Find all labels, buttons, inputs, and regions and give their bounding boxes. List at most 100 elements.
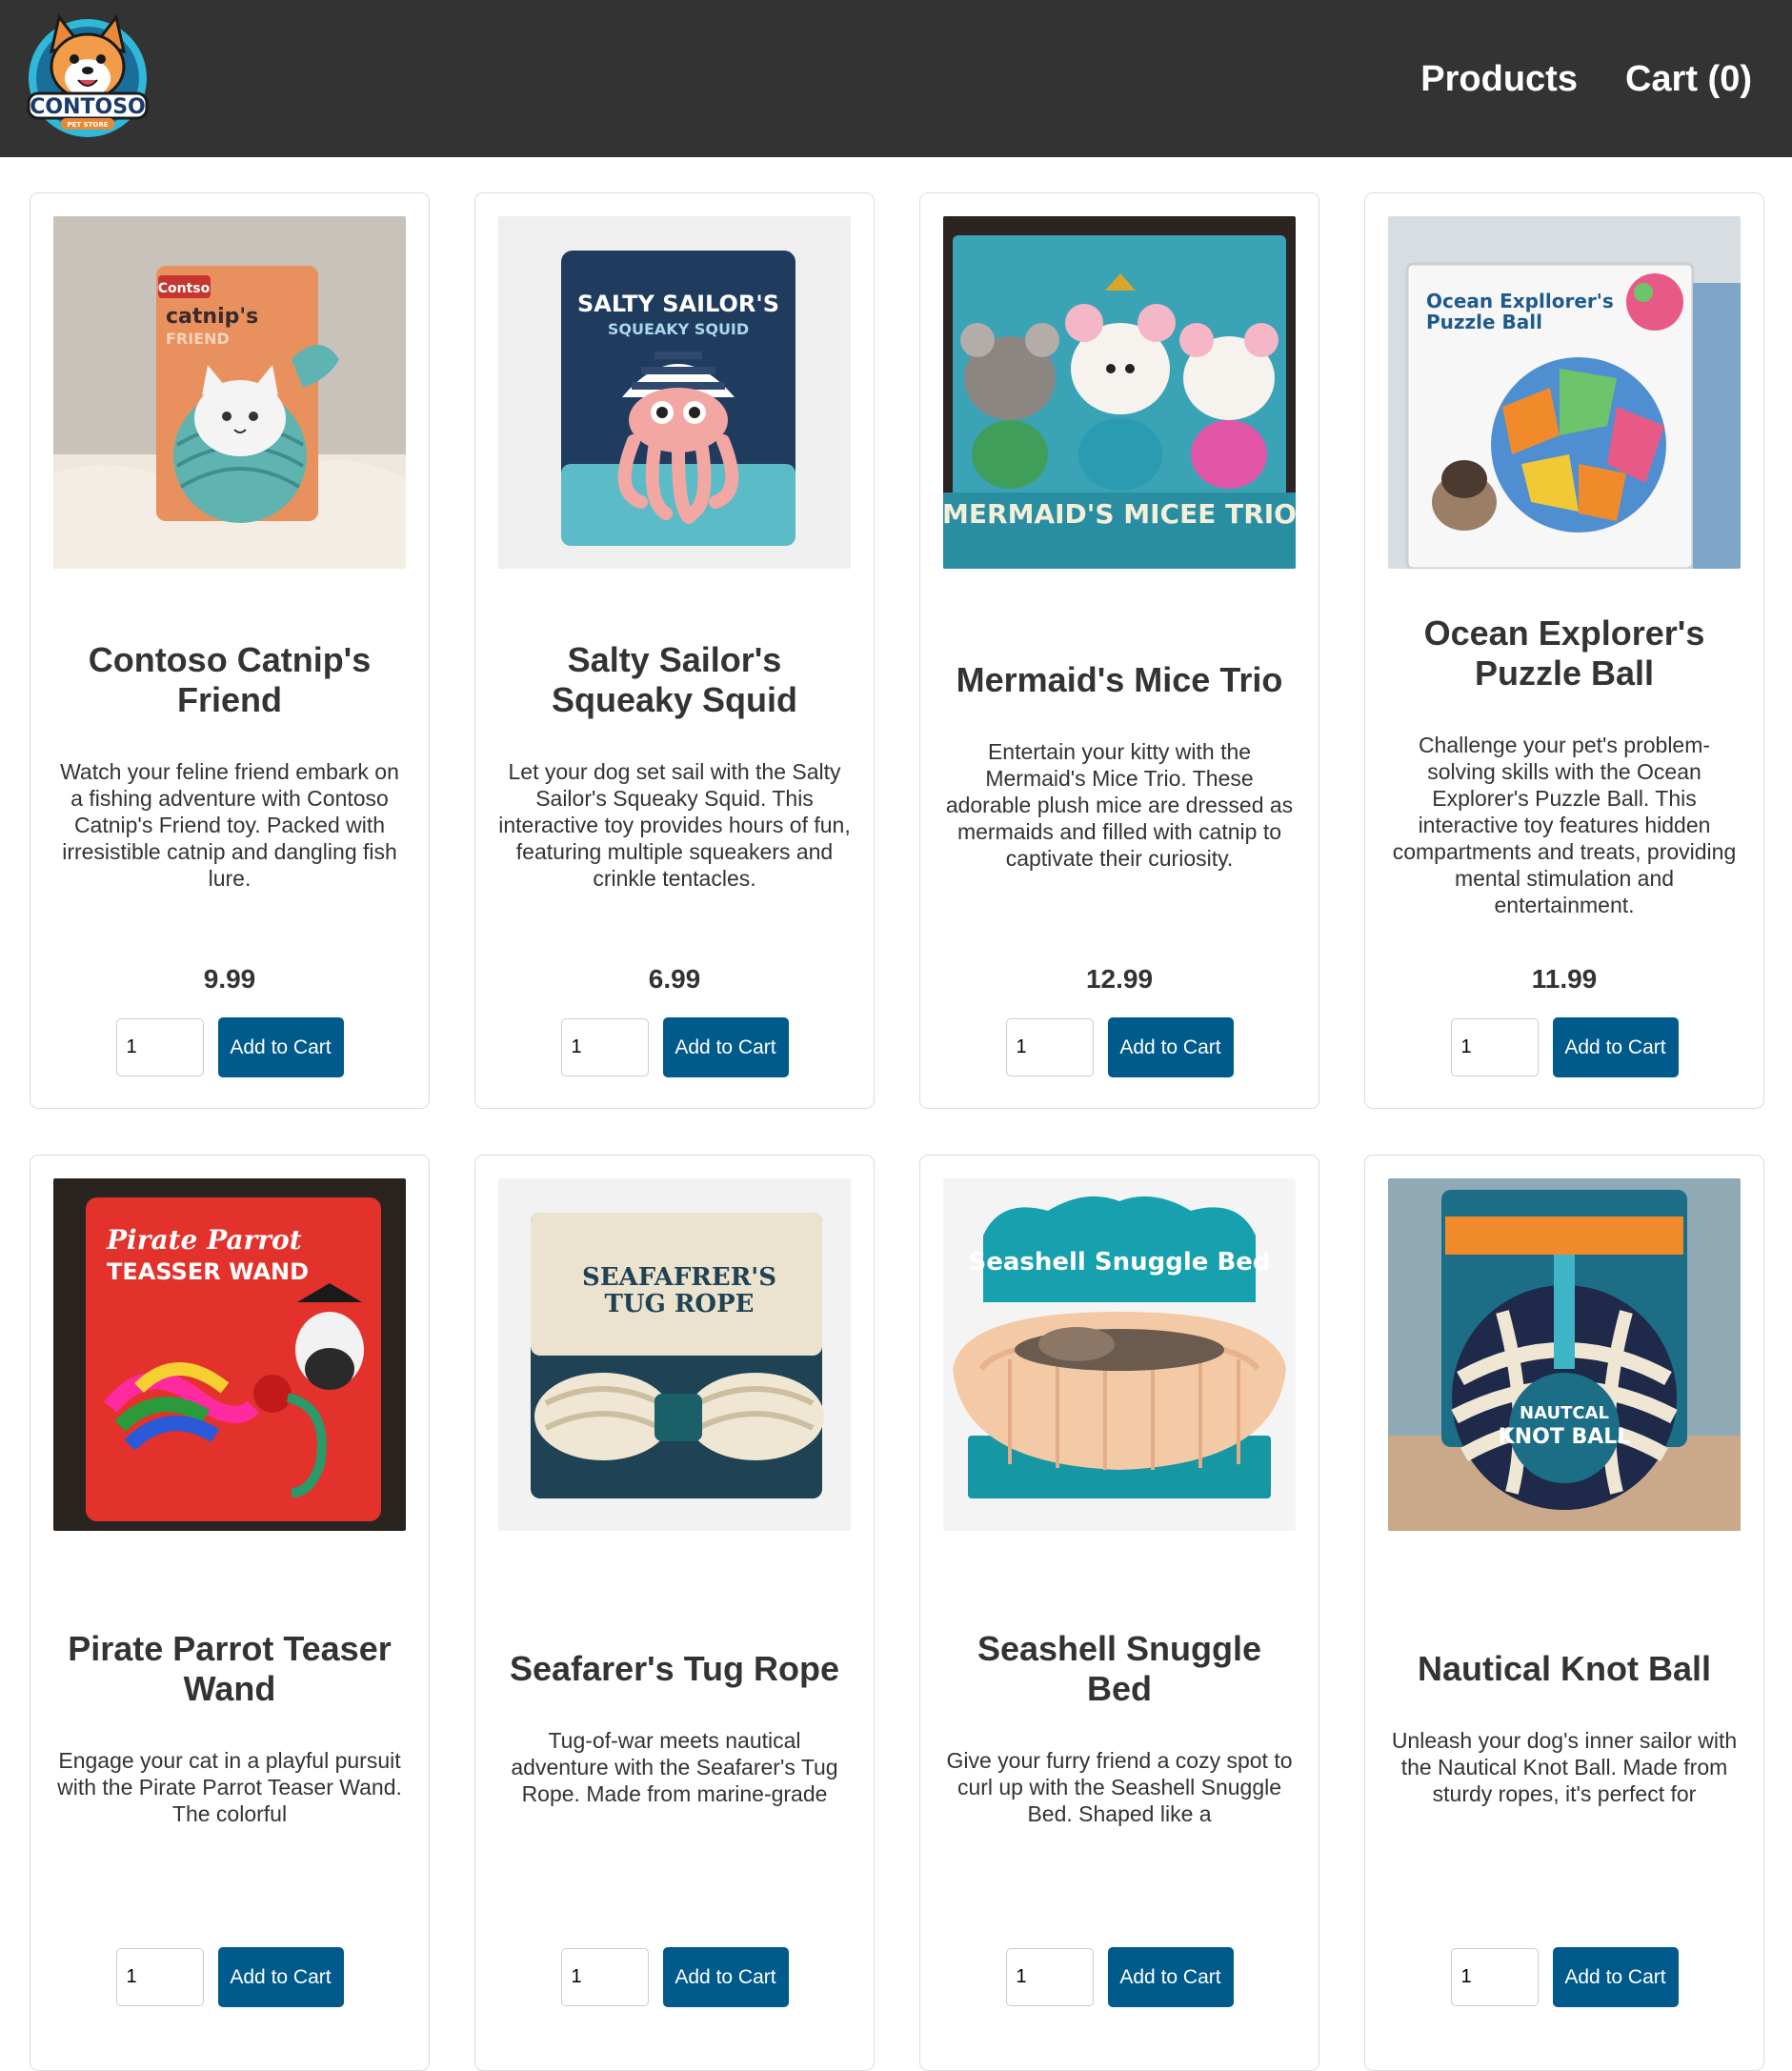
mermaid-mice-image: MERMAID'S MICEE TRIO xyxy=(943,216,1296,569)
product-title[interactable]: Seashell Snuggle Bed xyxy=(943,1629,1296,1709)
svg-text:KNOT BALL: KNOT BALL xyxy=(1499,1425,1631,1449)
tug-rope-image: SEAFAFRER'S TUG ROPE xyxy=(498,1178,851,1531)
quantity-input[interactable] xyxy=(115,1018,204,1076)
quantity-input[interactable] xyxy=(1450,1018,1539,1076)
product-price: 11.99 xyxy=(1531,964,1598,994)
svg-text:FRIEND: FRIEND xyxy=(166,330,230,348)
product-title[interactable]: Salty Sailor's Squeaky Squid xyxy=(498,640,851,720)
product-description: Challenge your pet's problem-solving ski… xyxy=(1392,733,1737,917)
svg-text:SALTY SAILOR'S: SALTY SAILOR'S xyxy=(577,291,779,317)
add-to-cart-button[interactable]: Add to Cart xyxy=(662,1017,789,1077)
product-image[interactable]: SALTY SAILOR'S SQUEAKY SQUID xyxy=(498,216,851,569)
seashell-bed-image: Seashell Snuggle Bed xyxy=(943,1178,1296,1531)
cart-actions: Add to Cart xyxy=(560,1017,789,1077)
add-to-cart-button[interactable]: Add to Cart xyxy=(1107,1947,1234,2007)
quantity-input[interactable] xyxy=(560,1018,649,1076)
svg-text:catnip's: catnip's xyxy=(166,305,258,329)
add-to-cart-button[interactable]: Add to Cart xyxy=(217,1947,344,2007)
product-info: Contoso Catnip's Friend Watch your felin… xyxy=(53,569,406,963)
product-title[interactable]: Pirate Parrot Teaser Wand xyxy=(53,1629,406,1709)
svg-text:SQUEAKY SQUID: SQUEAKY SQUID xyxy=(608,320,749,338)
product-title[interactable]: Mermaid's Mice Trio xyxy=(956,660,1283,700)
product-card: Pirate Parrot TEASSER WAND Pirate Parrot… xyxy=(30,1155,430,2071)
cart-actions: Add to Cart xyxy=(1450,1947,1679,2007)
cart-actions: Add to Cart xyxy=(1005,1947,1234,2007)
product-title[interactable]: Ocean Explorer's Puzzle Ball xyxy=(1388,613,1741,694)
catnip-toy-image: Contso catnip's FRIEND xyxy=(53,216,406,569)
product-price: 9.99 xyxy=(203,964,256,994)
cart-actions: Add to Cart xyxy=(115,1017,344,1077)
add-to-cart-button[interactable]: Add to Cart xyxy=(662,1947,789,2007)
product-title[interactable]: Contoso Catnip's Friend xyxy=(53,640,406,720)
product-info: Seafarer's Tug Rope Tug-of-war meets nau… xyxy=(498,1531,851,1925)
product-image[interactable]: MERMAID'S MICEE TRIO xyxy=(943,216,1296,569)
svg-text:Puzzle Ball: Puzzle Ball xyxy=(1426,311,1542,333)
product-grid: Contso catnip's FRIEND Contoso Catnip's … xyxy=(30,192,1764,2071)
svg-text:Seashell Snuggle Bed: Seashell Snuggle Bed xyxy=(968,1248,1270,1277)
product-title[interactable]: Nautical Knot Ball xyxy=(1418,1649,1711,1689)
product-info: Nautical Knot Ball Unleash your dog's in… xyxy=(1388,1531,1741,1925)
nav-products-link[interactable]: Products xyxy=(1420,55,1578,103)
product-description: Watch your feline friend embark on a fis… xyxy=(60,759,399,891)
product-description: Unleash your dog's inner sailor with the… xyxy=(1391,1728,1738,1806)
product-info: Mermaid's Mice Trio Entertain your kitty… xyxy=(943,569,1296,963)
cart-actions: Add to Cart xyxy=(115,1947,344,2007)
product-price: 6.99 xyxy=(648,964,701,994)
svg-text:NAUTCAL: NAUTCAL xyxy=(1520,1403,1609,1423)
add-to-cart-button[interactable]: Add to Cart xyxy=(217,1017,344,1077)
product-card: MERMAID'S MICEE TRIO Mermaid's Mice Trio… xyxy=(919,192,1319,1109)
product-card: Seashell Snuggle Bed Seashell Snuggle Be… xyxy=(919,1155,1319,2071)
product-description: Let your dog set sail with the Salty Sai… xyxy=(498,759,851,891)
product-info: Seashell Snuggle Bed Give your furry fri… xyxy=(943,1531,1296,1925)
cart-actions: Add to Cart xyxy=(1450,1017,1679,1077)
add-to-cart-button[interactable]: Add to Cart xyxy=(1552,1947,1679,2007)
product-card: SALTY SAILOR'S SQUEAKY SQUID Salty Sailo… xyxy=(474,192,875,1109)
svg-text:Ocean Expllorer's: Ocean Expllorer's xyxy=(1426,290,1614,312)
squid-toy-image: SALTY SAILOR'S SQUEAKY SQUID xyxy=(498,216,851,569)
svg-text:Contso: Contso xyxy=(158,281,211,296)
product-image[interactable]: Pirate Parrot TEASSER WAND xyxy=(53,1178,406,1531)
product-card: NAUTCAL KNOT BALL Nautical Knot Ball Unl… xyxy=(1364,1155,1764,2071)
product-price: 12.99 xyxy=(1085,964,1154,994)
quantity-input[interactable] xyxy=(115,1948,204,2006)
product-description: Entertain your kitty with the Mermaid's … xyxy=(945,739,1294,871)
svg-text:Pirate Parrot: Pirate Parrot xyxy=(106,1224,302,1256)
product-info: Pirate Parrot Teaser Wand Engage your ca… xyxy=(53,1531,406,1925)
product-info: Salty Sailor's Squeaky Squid Let your do… xyxy=(498,569,851,963)
svg-text:TEASSER WAND: TEASSER WAND xyxy=(107,1258,309,1285)
knot-ball-image: NAUTCAL KNOT BALL xyxy=(1388,1178,1741,1531)
quantity-input[interactable] xyxy=(1450,1948,1539,2006)
product-image[interactable]: Ocean Expllorer's Puzzle Ball xyxy=(1388,216,1741,569)
product-card: Contso catnip's FRIEND Contoso Catnip's … xyxy=(30,192,430,1109)
svg-text:MERMAID'S MICEE TRIO: MERMAID'S MICEE TRIO xyxy=(943,498,1296,530)
parrot-wand-image: Pirate Parrot TEASSER WAND xyxy=(53,1178,406,1531)
contoso-logo[interactable]: CONTOSO PET STORE xyxy=(15,10,160,149)
svg-text:PET STORE: PET STORE xyxy=(67,121,108,129)
puzzle-ball-image: Ocean Expllorer's Puzzle Ball xyxy=(1388,216,1741,569)
product-image[interactable]: SEAFAFRER'S TUG ROPE xyxy=(498,1178,851,1531)
product-card: SEAFAFRER'S TUG ROPE Seafarer's Tug Rope… xyxy=(474,1155,875,2071)
main-nav: Products Cart (0) xyxy=(1420,55,1752,103)
site-header: CONTOSO PET STORE Products Cart (0) xyxy=(0,0,1792,157)
product-description: Tug-of-war meets nautical adventure with… xyxy=(511,1728,838,1806)
cart-actions: Add to Cart xyxy=(1005,1017,1234,1077)
product-info: Ocean Explorer's Puzzle Ball Challenge y… xyxy=(1388,569,1741,963)
product-image[interactable]: Seashell Snuggle Bed xyxy=(943,1178,1296,1531)
svg-text:TUG ROPE: TUG ROPE xyxy=(605,1290,755,1318)
svg-text:SEAFAFRER'S: SEAFAFRER'S xyxy=(582,1263,776,1292)
product-description: Give your furry friend a cozy spot to cu… xyxy=(946,1748,1293,1826)
quantity-input[interactable] xyxy=(560,1948,649,2006)
add-to-cart-button[interactable]: Add to Cart xyxy=(1552,1017,1679,1077)
add-to-cart-button[interactable]: Add to Cart xyxy=(1107,1017,1234,1077)
cart-actions: Add to Cart xyxy=(560,1947,789,2007)
dog-logo-icon: CONTOSO PET STORE xyxy=(27,13,149,137)
quantity-input[interactable] xyxy=(1005,1018,1094,1076)
product-title[interactable]: Seafarer's Tug Rope xyxy=(510,1649,839,1689)
product-image[interactable]: Contso catnip's FRIEND xyxy=(53,216,406,569)
nav-cart-link[interactable]: Cart (0) xyxy=(1625,55,1752,103)
product-image[interactable]: NAUTCAL KNOT BALL xyxy=(1388,1178,1741,1531)
svg-text:CONTOSO: CONTOSO xyxy=(30,95,146,119)
quantity-input[interactable] xyxy=(1005,1948,1094,2006)
product-card: Ocean Expllorer's Puzzle Ball Ocean Expl… xyxy=(1364,192,1764,1109)
product-description: Engage your cat in a playful pursuit wit… xyxy=(57,1748,402,1826)
